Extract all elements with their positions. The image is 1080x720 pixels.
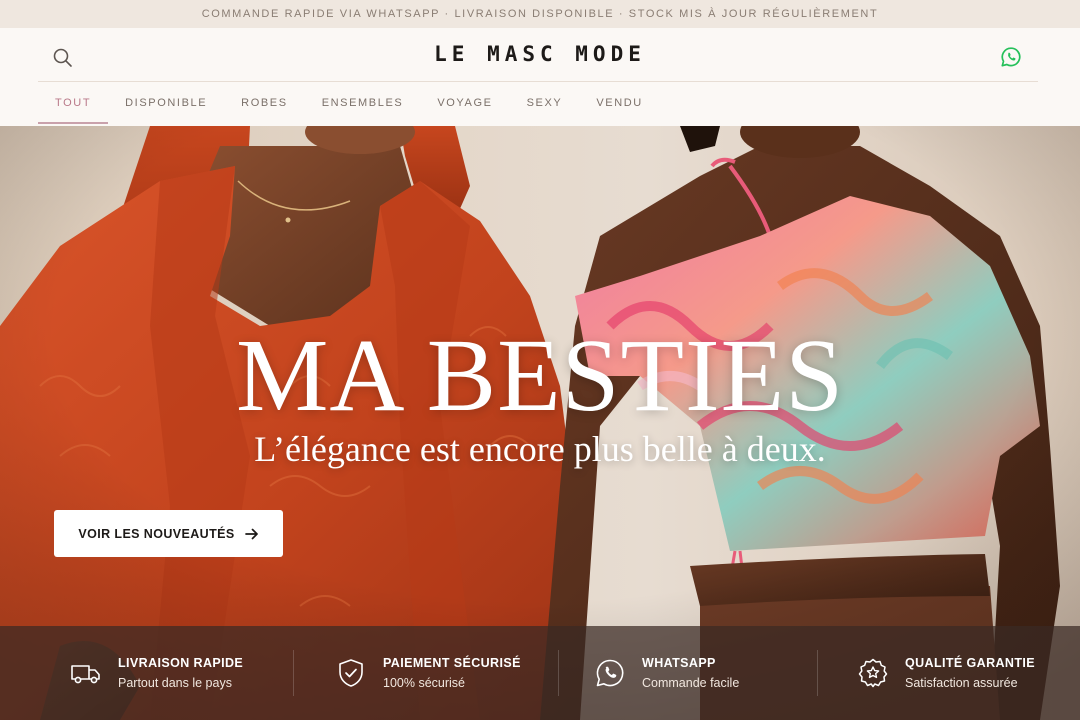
nav-item-robes[interactable]: ROBES [224, 82, 305, 126]
feature-subtitle: 100% sécurisé [383, 676, 465, 690]
feature-delivery: LIVRAISON RAPIDE Partout dans le pays [0, 626, 293, 720]
whatsapp-button[interactable] [1000, 46, 1022, 68]
arrow-right-icon [244, 528, 258, 539]
new-arrivals-button[interactable]: VOIR LES NOUVEAUTÉS [54, 510, 283, 557]
feature-quality: QUALITÉ GARANTIE Satisfaction assurée [817, 626, 1080, 720]
feature-subtitle: Partout dans le pays [118, 676, 232, 690]
nav-item-sexy[interactable]: SEXY [510, 82, 580, 126]
hero-subtitle: L’élégance est encore plus belle à deux. [254, 429, 826, 469]
feature-title: QUALITÉ GARANTIE [905, 656, 1036, 670]
shield-check-icon [339, 659, 363, 687]
brand-logo[interactable]: LE MASC MODE [0, 42, 1080, 66]
whatsapp-icon [1001, 47, 1021, 67]
feature-payment: PAIEMENT SÉCURISÉ 100% sécurisé [293, 626, 558, 720]
star-badge-icon [858, 658, 888, 688]
nav-item-voyage[interactable]: VOYAGE [420, 82, 509, 126]
feature-title: LIVRAISON RAPIDE [118, 656, 244, 670]
new-arrivals-label: VOIR LES NOUVEAUTÉS [78, 526, 235, 541]
nav-item-ensembles[interactable]: ENSEMBLES [305, 82, 421, 126]
site-header: LE MASC MODE TOUT DISPONIBLE ROBES ENSEM… [0, 28, 1080, 126]
feature-subtitle: Commande facile [642, 676, 740, 690]
features-bar: LIVRAISON RAPIDE Partout dans le pays PA… [0, 626, 1080, 720]
nav-item-tout[interactable]: TOUT [38, 82, 109, 126]
hero-title: MA BESTIES [235, 318, 845, 433]
hero-banner: MA BESTIES L’élégance est encore plus be… [0, 126, 1080, 720]
feature-title: PAIEMENT SÉCURISÉ [383, 656, 521, 670]
feature-whatsapp: WHATSAPP Commande facile [558, 626, 817, 720]
feature-subtitle: Satisfaction assurée [905, 676, 1018, 690]
feature-title: WHATSAPP [642, 656, 716, 670]
nav-item-disponible[interactable]: DISPONIBLE [108, 82, 224, 126]
category-nav: TOUT DISPONIBLE ROBES ENSEMBLES VOYAGE S… [38, 82, 660, 126]
nav-item-vendu[interactable]: VENDU [579, 82, 660, 126]
whatsapp-icon [596, 659, 624, 687]
announcement-bar: COMMANDE RAPIDE VIA WHATSAPP · LIVRAISON… [0, 0, 1080, 28]
truck-icon [71, 665, 100, 684]
